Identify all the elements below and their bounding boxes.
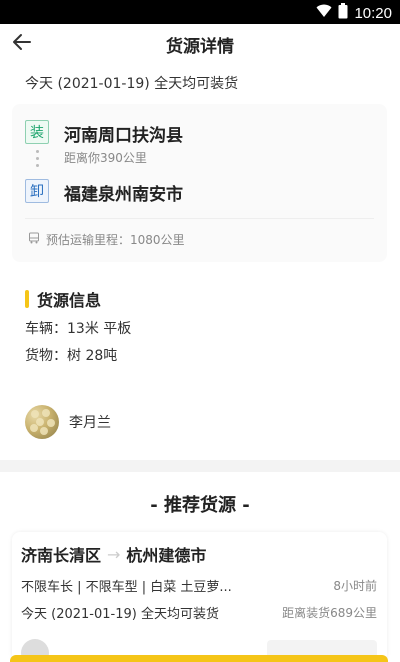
loading-date: 今天 (2021-01-19) 全天均可装货 — [25, 76, 239, 92]
load-badge: 装 — [25, 120, 49, 144]
section-accent-bar — [25, 290, 29, 308]
mileage-row: 预估运输里程：1080公里 — [28, 231, 185, 248]
origin-city: 河南周口扶沟县 — [64, 126, 183, 146]
distance-from-you: 距离你390公里 — [64, 151, 147, 165]
destination-city: 福建泉州南安市 — [64, 185, 183, 205]
recommend-tags: 不限车长 | 不限车型 | 白菜 土豆萝... — [21, 580, 232, 595]
route-dots — [36, 150, 39, 171]
route-card: 装 河南周口扶沟县 距离你390公里 卸 福建泉州南安市 预估运输里程：1080… — [12, 104, 387, 262]
divider — [25, 218, 374, 219]
arrow-right-icon: → — [107, 544, 121, 564]
goods-info: 货物：树 28吨 — [25, 348, 118, 364]
section-title: 货源信息 — [37, 291, 102, 310]
unload-badge: 卸 — [25, 179, 49, 203]
vehicle-info: 车辆：13米 平板 — [25, 321, 132, 337]
recommend-route: 济南长清区 → 杭州建德市 — [21, 542, 206, 566]
title-bar: 货源详情 — [0, 24, 400, 64]
recommend-to: 杭州建德市 — [126, 546, 207, 565]
mileage-text: 预估运输里程：1080公里 — [46, 233, 185, 247]
recommend-card[interactable]: 济南长清区 → 杭州建德市 不限车长 | 不限车型 | 白菜 土豆萝... 8小… — [12, 532, 387, 662]
page-title: 货源详情 — [166, 37, 234, 57]
status-time: 10:20 — [354, 4, 392, 22]
cargo-info-header: 货源信息 — [25, 287, 101, 311]
avatar[interactable] — [25, 405, 59, 439]
wifi-icon — [316, 4, 332, 22]
recommend-time: 8小时前 — [333, 579, 377, 593]
section-separator — [0, 460, 400, 472]
recommend-from: 济南长清区 — [21, 546, 102, 565]
battery-icon — [338, 3, 348, 23]
contact-row[interactable]: 李月兰 — [25, 405, 111, 439]
recommend-date: 今天 (2021-01-19) 全天均可装货 — [21, 607, 219, 622]
status-bar: 10:20 — [0, 0, 400, 24]
contact-name: 李月兰 — [69, 415, 111, 431]
bottom-action-bar[interactable] — [10, 655, 388, 662]
truck-icon — [28, 232, 40, 247]
recommend-distance: 距离装货689公里 — [282, 606, 377, 620]
recommend-title: - 推荐货源 - — [150, 495, 250, 516]
